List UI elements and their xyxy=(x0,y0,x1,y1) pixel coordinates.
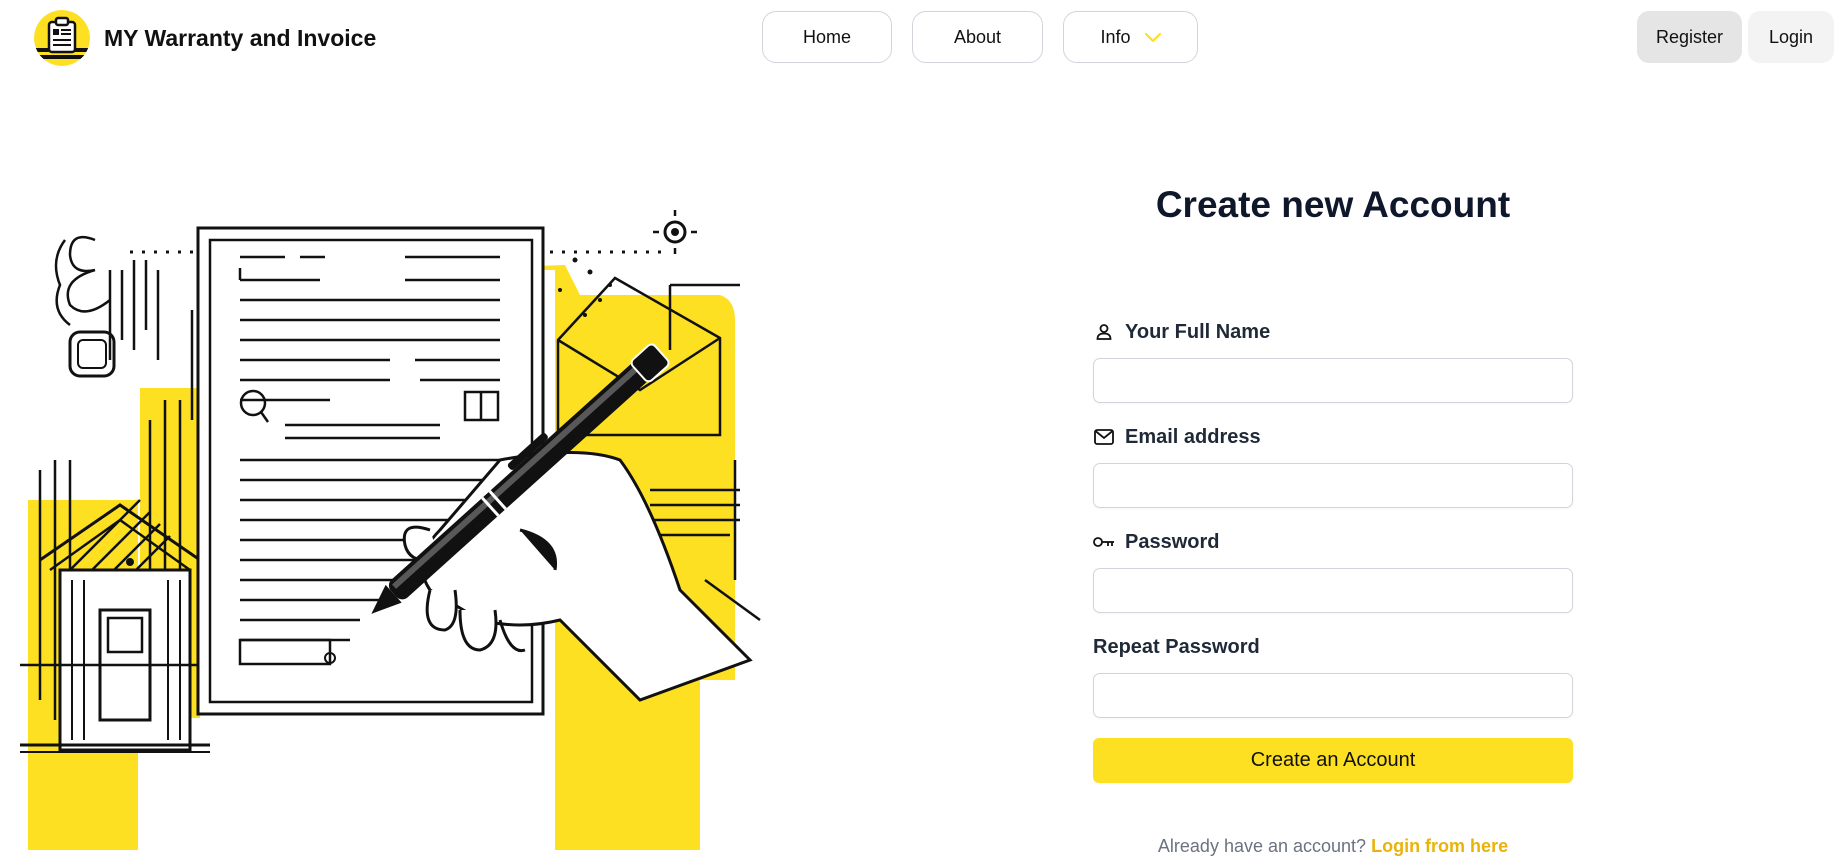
login-from-here-link[interactable]: Login from here xyxy=(1371,836,1508,856)
full-name-field: Your Full Name xyxy=(1093,318,1573,403)
email-input[interactable] xyxy=(1093,463,1573,508)
nav-info-dropdown[interactable]: Info xyxy=(1063,11,1198,63)
envelope-icon xyxy=(1093,426,1115,448)
full-name-label-text: Your Full Name xyxy=(1125,320,1271,343)
form-title: Create new Account xyxy=(1155,184,1511,225)
warranty-invoice-logo-icon xyxy=(34,10,90,66)
repeat-password-label: Repeat Password xyxy=(1093,633,1573,661)
email-field: Email address xyxy=(1093,423,1573,508)
password-field: Password xyxy=(1093,528,1573,613)
main-nav: Home About Info xyxy=(762,11,1198,63)
register-button[interactable]: Register xyxy=(1637,11,1742,63)
repeat-password-label-text: Repeat Password xyxy=(1093,635,1260,658)
hand-signing-document-illustration xyxy=(0,160,780,860)
chevron-down-icon xyxy=(1144,27,1161,48)
login-button[interactable]: Login xyxy=(1748,11,1834,63)
nav-home-label: Home xyxy=(802,26,851,47)
password-label-text: Password xyxy=(1125,530,1220,553)
repeat-password-field: Repeat Password xyxy=(1093,633,1573,718)
login-prompt-text: Already have an account? xyxy=(1157,836,1367,856)
password-input[interactable] xyxy=(1093,568,1573,613)
brand-name: MY Warranty and Invoice xyxy=(104,24,377,51)
register-label: Register xyxy=(1655,26,1724,47)
key-icon xyxy=(1093,531,1115,553)
login-label: Login xyxy=(1768,26,1814,47)
password-label: Password xyxy=(1093,528,1573,556)
create-account-button[interactable]: Create an Account xyxy=(1093,738,1573,783)
nav-about-label: About xyxy=(953,26,1002,47)
full-name-label: Your Full Name xyxy=(1093,318,1573,346)
email-label: Email address xyxy=(1093,423,1573,451)
auth-links: Register Login xyxy=(1637,11,1834,63)
register-page: MY Warranty and Invoice Home About Info … xyxy=(0,0,1847,868)
full-name-input[interactable] xyxy=(1093,358,1573,403)
brand[interactable]: MY Warranty and Invoice xyxy=(34,8,376,68)
create-account-label: Create an Account xyxy=(1250,749,1416,771)
user-icon xyxy=(1093,321,1115,343)
register-form: Create new Account Your Full Name Email … xyxy=(1093,180,1573,856)
login-prompt: Already have an account? Login from here xyxy=(1093,836,1573,857)
nav-home-button[interactable]: Home xyxy=(762,11,892,63)
nav-about-button[interactable]: About xyxy=(912,11,1043,63)
repeat-password-input[interactable] xyxy=(1093,673,1573,718)
nav-info-label: Info xyxy=(1100,26,1131,47)
email-label-text: Email address xyxy=(1125,425,1261,448)
